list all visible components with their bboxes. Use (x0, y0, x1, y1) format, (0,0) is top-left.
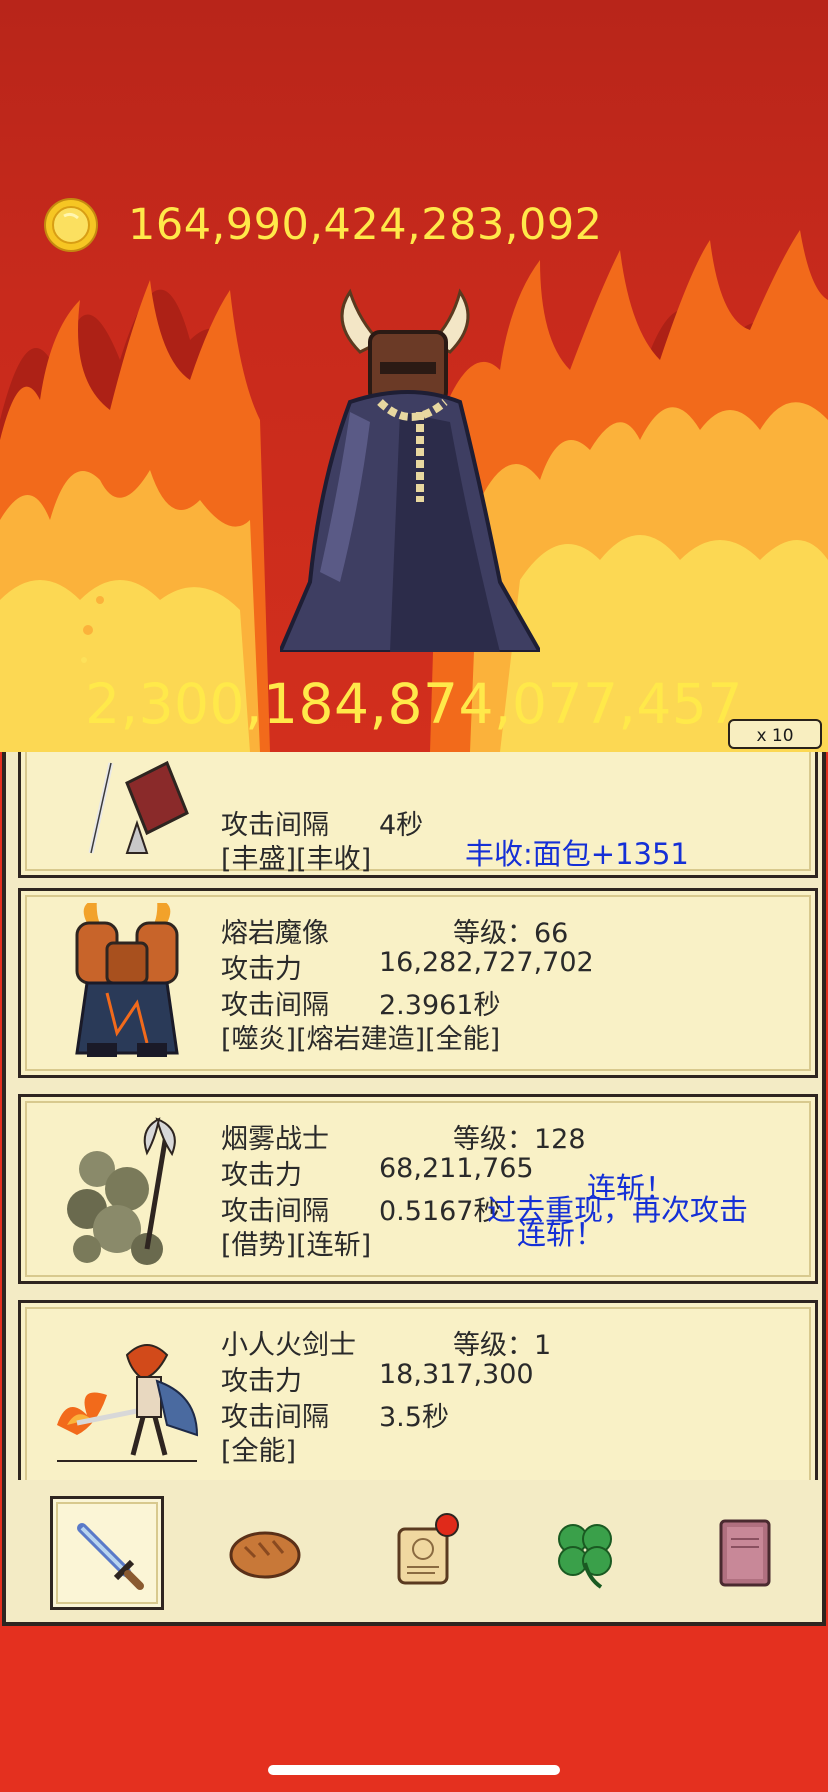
unit-name: 熔岩魔像 (221, 918, 329, 949)
home-indicator[interactable] (268, 1765, 560, 1775)
interval-value: 0.5167秒 (379, 1196, 501, 1227)
sword-icon (77, 1523, 144, 1590)
interval-value: 3.5秒 (379, 1402, 449, 1433)
attack-label: 攻击力 (221, 1160, 302, 1191)
attack-label: 攻击力 (221, 954, 302, 985)
unit-level: 等级：1 (453, 1330, 552, 1361)
unit-level: 等级：128 (453, 1124, 586, 1155)
unit-traits: [噬炎][熔岩建造][全能] (221, 1024, 501, 1055)
gold-counter: 164,990,424,283,092 (44, 196, 603, 254)
unit-card[interactable]: 小人火剑士 等级：1 攻击力 18,317,300 攻击间隔 3.5秒 [全能] (18, 1300, 818, 1490)
unit-name: 小人火剑士 (221, 1330, 356, 1361)
clover-icon (558, 1524, 612, 1589)
boss-hp-value: 2,300,184,874,077,457 (85, 672, 743, 736)
bread-icon (229, 1531, 301, 1579)
floating-combat-text: 连斩！ (517, 1217, 605, 1251)
unit-card[interactable]: 攻击间隔 4秒 [丰盛][丰收] 丰收:面包+1351 (18, 752, 818, 878)
attack-value: 18,317,300 (379, 1359, 534, 1390)
unit-traits: [丰盛][丰收] (221, 844, 372, 875)
scroll-icon (397, 1513, 459, 1585)
horned-demon-boss[interactable] (280, 282, 540, 652)
battle-scene: 164,990,424,283,092 2,300,184,874,077,45… (0, 0, 828, 752)
gold-coin-icon (44, 198, 98, 252)
wizard-staff-icon (88, 760, 189, 854)
unit-traits: [全能] (221, 1436, 297, 1467)
floating-combat-text: 丰收:面包+1351 (465, 837, 689, 871)
tab-quests[interactable] (368, 1496, 482, 1610)
fire-swordsman-icon (57, 1344, 199, 1462)
unit-name: 烟雾战士 (221, 1124, 329, 1155)
tab-units[interactable] (50, 1496, 164, 1610)
tab-food[interactable] (208, 1496, 322, 1610)
bottom-tab-bar (2, 1480, 826, 1626)
interval-value: 4秒 (379, 810, 424, 841)
unit-card[interactable]: 熔岩魔像 等级：66 攻击力 16,282,727,702 攻击间隔 2.396… (18, 888, 818, 1078)
unit-traits: [借势][连斩] (221, 1230, 372, 1261)
unit-card[interactable]: 烟雾战士 等级：128 攻击力 68,211,765 攻击间隔 0.5167秒 … (18, 1094, 818, 1284)
attack-value: 68,211,765 (379, 1153, 534, 1184)
speed-multiplier-button[interactable]: x 10 (728, 719, 822, 749)
attack-value: 16,282,727,702 (379, 947, 594, 978)
smoke-warrior-icon (67, 1117, 176, 1265)
gold-amount: 164,990,424,283,092 (128, 200, 603, 250)
unit-level: 等级：66 (453, 918, 569, 949)
book-icon (719, 1519, 771, 1587)
attack-label: 攻击力 (221, 1366, 302, 1397)
tab-codex[interactable] (688, 1496, 802, 1610)
tab-luck[interactable] (528, 1496, 642, 1610)
lava-golem-icon (75, 903, 179, 1057)
